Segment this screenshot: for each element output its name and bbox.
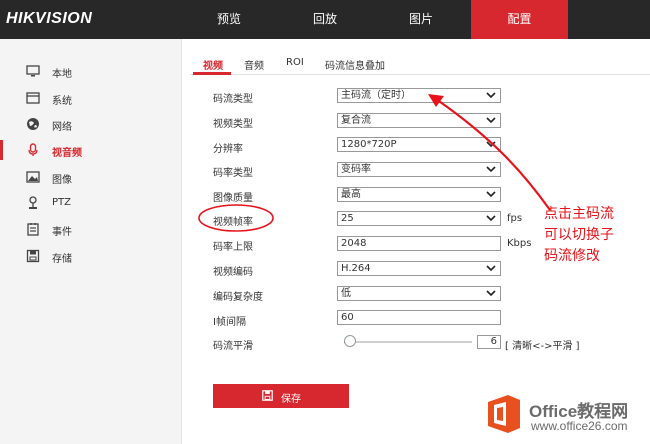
smoothing-value-input[interactable]: 6 [477, 335, 501, 349]
globe-icon [27, 118, 39, 130]
chevron-down-icon [486, 290, 496, 297]
sidebar-item-label: 图像 [52, 175, 72, 186]
i-frame-interval-input[interactable]: 60 [337, 310, 501, 325]
highlight-ellipse [198, 204, 274, 232]
save-button[interactable]: 保存 [213, 384, 349, 408]
sidebar-item-label: 事件 [52, 227, 72, 238]
sidebar-item-label: 本地 [52, 69, 72, 80]
ptz-icon [29, 196, 37, 209]
video-encoding-select[interactable]: H.264 [337, 261, 501, 276]
tab-stream-info-overlay[interactable]: 码流信息叠加 [325, 57, 385, 72]
image-quality-label: 图像质量 [213, 193, 253, 204]
watermark-url: www.office26.com [531, 419, 628, 433]
kbps-unit: Kbps [507, 238, 532, 249]
top-nav-bar: HIKVISION 预览 回放 图片 配置 [0, 0, 650, 39]
sidebar-item-storage[interactable]: 存储 [0, 244, 181, 268]
sidebar-item-image[interactable]: 图像 [0, 165, 181, 189]
office-logo-icon [488, 395, 520, 433]
sidebar-item-ptz[interactable]: PTZ [0, 191, 181, 215]
nav-tab-playback[interactable]: 回放 [277, 0, 373, 39]
sidebar-item-label: PTZ [52, 197, 71, 208]
nav-tab-picture[interactable]: 图片 [373, 0, 469, 39]
bitrate-limit-input[interactable]: 2048 [337, 236, 501, 251]
sidebar-item-local[interactable]: 本地 [0, 59, 181, 83]
chevron-down-icon [486, 265, 496, 272]
sidebar-item-system[interactable]: 系统 [0, 86, 181, 110]
bitrate-limit-label: 码率上限 [213, 242, 253, 253]
sidebar-item-label: 网络 [52, 122, 72, 133]
microphone-icon [28, 143, 38, 156]
annotation-text-line3: 码流修改 [544, 248, 600, 264]
annotation-text-line2: 可以切换子 [544, 227, 614, 243]
hikvision-logo: HIKVISION [6, 10, 93, 27]
annotation-arrow [428, 94, 551, 211]
sidebar-item-event[interactable]: 事件 [0, 217, 181, 241]
sidebar: 本地 系统 网络 视音频 图像 PTZ 事件 存储 [0, 39, 182, 444]
active-tab-underline [193, 72, 231, 75]
active-indicator [0, 140, 3, 160]
calendar-icon [27, 223, 39, 236]
resolution-label: 分辨率 [213, 144, 243, 155]
nav-tab-configuration[interactable]: 配置 [471, 0, 568, 39]
tab-roi[interactable]: ROI [286, 57, 304, 68]
smoothing-slider-track[interactable] [344, 341, 472, 343]
tab-video[interactable]: 视频 [203, 57, 223, 72]
image-icon [26, 171, 40, 183]
sidebar-item-video-audio[interactable]: 视音频 [0, 138, 181, 162]
annotation-text-line1: 点击主码流 [544, 206, 614, 222]
window-icon [26, 92, 40, 104]
encoding-complexity-label: 编码复杂度 [213, 292, 263, 303]
monitor-icon [26, 65, 40, 77]
sidebar-item-label: 系统 [52, 96, 72, 107]
save-icon [26, 249, 40, 263]
sidebar-item-network[interactable]: 网络 [0, 112, 181, 136]
nav-tab-preview[interactable]: 预览 [181, 0, 277, 39]
sidebar-item-label: 存储 [52, 254, 72, 265]
smoothing-label: 码流平滑 [213, 341, 253, 352]
bitrate-type-label: 码率类型 [213, 168, 253, 179]
video-type-label: 视频类型 [213, 119, 253, 130]
subtab-divider [190, 74, 650, 75]
stream-type-label: 码流类型 [213, 94, 253, 105]
smoothing-slider-handle[interactable] [344, 335, 357, 347]
smoothing-hint: [ 清晰<->平滑 ] [505, 341, 580, 352]
sidebar-item-label: 视音频 [52, 148, 82, 159]
tab-audio[interactable]: 音频 [244, 57, 264, 72]
encoding-complexity-select[interactable]: 低 [337, 286, 501, 301]
save-icon [262, 390, 273, 401]
save-button-label: 保存 [281, 394, 301, 405]
video-encoding-label: 视频编码 [213, 267, 253, 278]
i-frame-interval-label: I帧间隔 [213, 317, 246, 328]
